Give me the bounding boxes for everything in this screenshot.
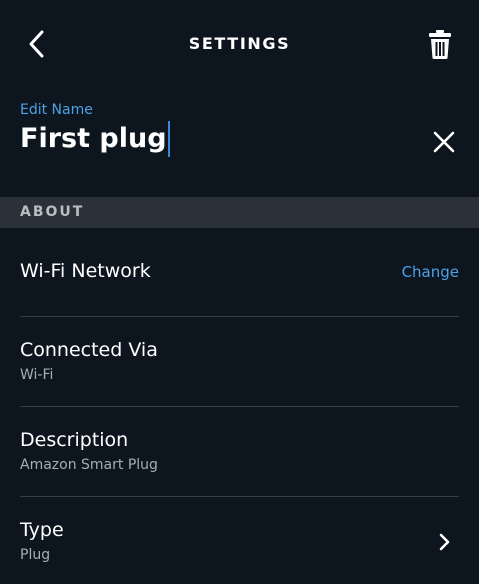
type-row[interactable]: Type Plug <box>0 497 479 584</box>
close-icon <box>433 131 455 153</box>
connected-via-value: Wi-Fi <box>20 367 54 383</box>
delete-button[interactable] <box>426 28 454 60</box>
description-row: Description Amazon Smart Plug <box>0 407 479 497</box>
page-title: SETTINGS <box>188 34 291 53</box>
wifi-network-title: Wi-Fi Network <box>20 260 151 282</box>
connected-via-row: Connected Via Wi-Fi <box>0 317 479 407</box>
change-wifi-link[interactable]: Change <box>402 263 459 281</box>
trash-icon <box>429 30 451 59</box>
wifi-network-row[interactable]: Wi-Fi Network Change <box>0 228 479 317</box>
name-editor: Edit Name First plug <box>0 96 479 192</box>
text-caret <box>167 121 170 157</box>
about-section-title: ABOUT <box>20 204 85 220</box>
name-input-value[interactable]: First plug <box>20 120 167 158</box>
type-value: Plug <box>20 547 51 563</box>
clear-name-button[interactable] <box>430 128 458 156</box>
connected-via-title: Connected Via <box>20 339 158 361</box>
header-bar: SETTINGS <box>0 0 479 88</box>
type-title: Type <box>20 519 64 541</box>
chevron-right-icon <box>439 533 450 551</box>
description-value: Amazon Smart Plug <box>20 457 158 473</box>
about-section-header: ABOUT <box>0 197 479 228</box>
edit-name-label: Edit Name <box>20 102 93 118</box>
description-title: Description <box>20 429 129 451</box>
name-input[interactable]: First plug <box>20 120 170 158</box>
